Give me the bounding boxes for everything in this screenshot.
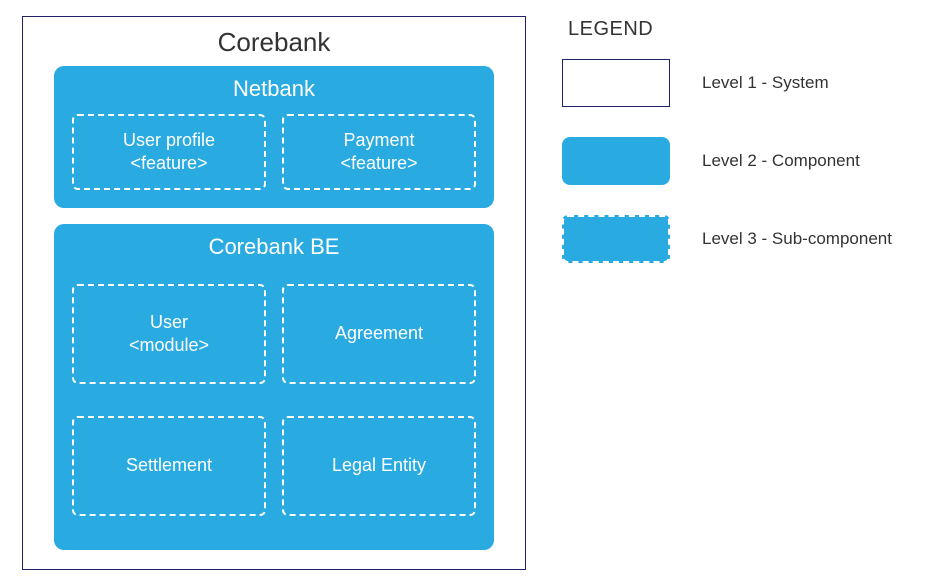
subcomponent-user: User <module>: [72, 284, 266, 384]
diagram-canvas: Corebank Netbank User profile <feature> …: [0, 0, 952, 587]
component-netbank: Netbank User profile <feature> Payment <…: [54, 66, 494, 208]
subcomponent-label: Agreement: [335, 322, 423, 345]
legend-row-system: Level 1 - System: [562, 59, 892, 107]
legend-label: Level 3 - Sub-component: [702, 229, 892, 249]
system-title: Corebank: [23, 17, 525, 66]
legend-swatch-component: [562, 137, 670, 185]
legend: LEGEND Level 1 - System Level 2 - Compon…: [562, 18, 892, 293]
subcomponent-label: Settlement: [126, 454, 212, 477]
component-corebank-be: Corebank BE User <module> Agreement Sett…: [54, 224, 494, 550]
subcomponent-payment: Payment <feature>: [282, 114, 476, 190]
legend-title: LEGEND: [568, 18, 892, 41]
component-title-corebank-be: Corebank BE: [54, 224, 494, 266]
component-title-netbank: Netbank: [54, 66, 494, 108]
subcomponent-settlement: Settlement: [72, 416, 266, 516]
legend-row-subcomponent: Level 3 - Sub-component: [562, 215, 892, 263]
subcomponent-user-profile: User profile <feature>: [72, 114, 266, 190]
subcomponent-label: Payment: [343, 129, 414, 152]
subcomponent-legal-entity: Legal Entity: [282, 416, 476, 516]
subcomponent-label: User: [150, 311, 188, 334]
subcomponent-stereotype: <feature>: [130, 152, 207, 175]
legend-row-component: Level 2 - Component: [562, 137, 892, 185]
subcomponent-agreement: Agreement: [282, 284, 476, 384]
subcomponent-stereotype: <feature>: [340, 152, 417, 175]
subcomponent-label: User profile: [123, 129, 215, 152]
legend-label: Level 2 - Component: [702, 151, 860, 171]
subcomponent-stereotype: <module>: [129, 334, 209, 357]
legend-swatch-system: [562, 59, 670, 107]
legend-swatch-subcomponent: [562, 215, 670, 263]
legend-label: Level 1 - System: [702, 73, 829, 93]
subcomponent-label: Legal Entity: [332, 454, 426, 477]
